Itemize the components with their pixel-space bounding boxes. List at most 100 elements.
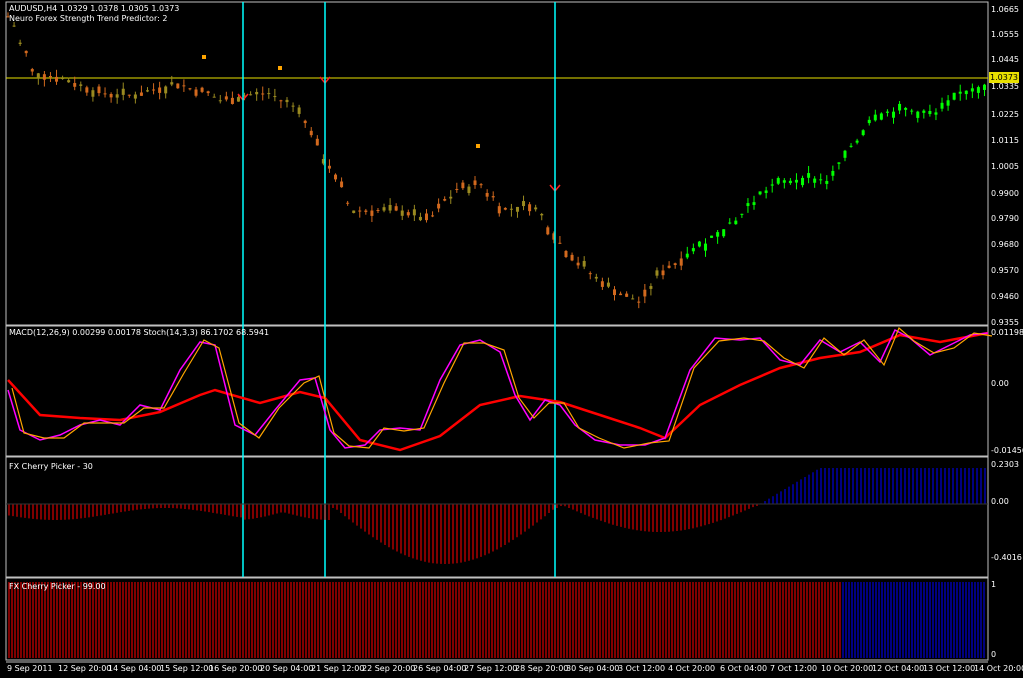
candle-body bbox=[600, 281, 604, 287]
candle-body bbox=[928, 110, 932, 115]
candle-body bbox=[861, 130, 865, 136]
candle-body bbox=[267, 93, 271, 95]
candle-body bbox=[273, 96, 277, 98]
date-tick: 10 Oct 20:00 bbox=[821, 664, 874, 673]
metatrader-chart-window[interactable]: AUDUSD,H4 1.0329 1.0378 1.0305 1.0373 Ne… bbox=[0, 0, 1023, 678]
cherry30-tick-top: 0.2303 bbox=[991, 460, 1019, 469]
candle-body bbox=[879, 113, 883, 120]
candle-body bbox=[206, 91, 210, 94]
candle-body bbox=[764, 190, 768, 193]
price-tick: 0.9570 bbox=[991, 266, 1019, 275]
candle-body bbox=[558, 242, 562, 244]
candle-body bbox=[855, 140, 859, 143]
candle-body bbox=[400, 210, 404, 216]
cherry30-pane-title: FX Cherry Picker - 30 bbox=[9, 462, 93, 471]
candle-body bbox=[285, 99, 289, 103]
macd-tick-zero: 0.00 bbox=[991, 379, 1009, 388]
date-tick: 14 Sep 04:00 bbox=[108, 664, 162, 673]
date-tick: 15 Sep 12:00 bbox=[160, 664, 214, 673]
candle-body bbox=[831, 170, 835, 176]
candle-body bbox=[758, 191, 762, 195]
candle-body bbox=[952, 92, 956, 100]
candle-body bbox=[327, 165, 331, 169]
candle-body bbox=[625, 293, 629, 297]
candle-body bbox=[479, 184, 483, 186]
candle-body bbox=[55, 76, 59, 82]
candle-body bbox=[48, 76, 52, 78]
price-tick: 1.0225 bbox=[991, 110, 1019, 119]
candle-body bbox=[649, 286, 653, 289]
date-tick: 4 Oct 20:00 bbox=[668, 664, 716, 673]
candle-body bbox=[892, 111, 896, 118]
price-tick: 0.9900 bbox=[991, 189, 1019, 198]
candle-body bbox=[776, 178, 780, 184]
candle-body bbox=[910, 110, 914, 112]
signal-dot bbox=[278, 66, 282, 70]
candle-body bbox=[904, 107, 908, 110]
candle-body bbox=[431, 215, 435, 217]
cherry30-tick-bottom: -0.4016 bbox=[991, 553, 1022, 562]
candle-body bbox=[976, 87, 980, 93]
candle-body bbox=[224, 96, 228, 100]
candle-body bbox=[346, 202, 350, 204]
candle-body bbox=[249, 94, 253, 96]
candle-body bbox=[546, 227, 550, 235]
candle-body bbox=[382, 207, 386, 211]
date-tick: 9 Sep 2011 bbox=[7, 664, 53, 673]
candle-body bbox=[473, 180, 477, 185]
date-tick: 3 Oct 12:00 bbox=[618, 664, 666, 673]
candle-body bbox=[334, 174, 338, 180]
candle-body bbox=[801, 177, 805, 186]
candle-body bbox=[491, 196, 495, 198]
candle-body bbox=[24, 50, 28, 54]
candle-body bbox=[807, 173, 811, 178]
candle-body bbox=[606, 282, 610, 287]
candle-body bbox=[564, 250, 568, 258]
symbol-line: AUDUSD,H4 1.0329 1.0378 1.0305 1.0373 bbox=[9, 4, 180, 13]
candle-body bbox=[770, 184, 774, 186]
candle-body bbox=[212, 96, 216, 98]
candle-body bbox=[42, 74, 46, 80]
candle-body bbox=[97, 86, 101, 94]
chart-canvas[interactable] bbox=[0, 0, 1023, 678]
candle-body bbox=[364, 210, 368, 212]
cherry99-tick-bottom: 0 bbox=[991, 650, 997, 659]
candle-body bbox=[73, 83, 77, 87]
candle-body bbox=[867, 119, 871, 124]
date-tick: 21 Sep 12:00 bbox=[311, 664, 365, 673]
candle-body bbox=[424, 213, 428, 221]
date-tick: 13 Oct 12:00 bbox=[923, 664, 976, 673]
candle-body bbox=[443, 199, 447, 201]
candle-body bbox=[279, 100, 283, 102]
candle-body bbox=[340, 181, 344, 188]
candle-body bbox=[164, 86, 168, 94]
candle-body bbox=[849, 145, 853, 147]
candle-body bbox=[497, 206, 501, 214]
candle-body bbox=[613, 289, 617, 296]
candle-body bbox=[188, 88, 192, 90]
candle-body bbox=[352, 210, 356, 213]
candle-body bbox=[79, 84, 83, 86]
date-tick: 20 Sep 04:00 bbox=[260, 664, 314, 673]
candle-body bbox=[394, 206, 398, 211]
candle-body bbox=[970, 88, 974, 92]
candle-body bbox=[139, 92, 143, 96]
candle-body bbox=[412, 209, 416, 216]
candle-body bbox=[946, 100, 950, 106]
price-tick: 0.9355 bbox=[991, 318, 1019, 327]
signal-dot bbox=[476, 144, 480, 148]
candle-body bbox=[437, 203, 441, 209]
candle-body bbox=[691, 248, 695, 252]
candle-body bbox=[673, 263, 677, 265]
date-tick: 16 Sep 20:00 bbox=[209, 664, 263, 673]
candle-body bbox=[703, 243, 707, 251]
price-tick: 0.9460 bbox=[991, 292, 1019, 301]
candle-body bbox=[158, 87, 162, 93]
candle-body bbox=[91, 90, 95, 97]
candle-body bbox=[716, 232, 720, 237]
candle-body bbox=[982, 84, 986, 90]
candle-body bbox=[152, 89, 156, 91]
candle-body bbox=[588, 273, 592, 275]
date-tick: 30 Sep 04:00 bbox=[566, 664, 620, 673]
candle-body bbox=[728, 222, 732, 224]
